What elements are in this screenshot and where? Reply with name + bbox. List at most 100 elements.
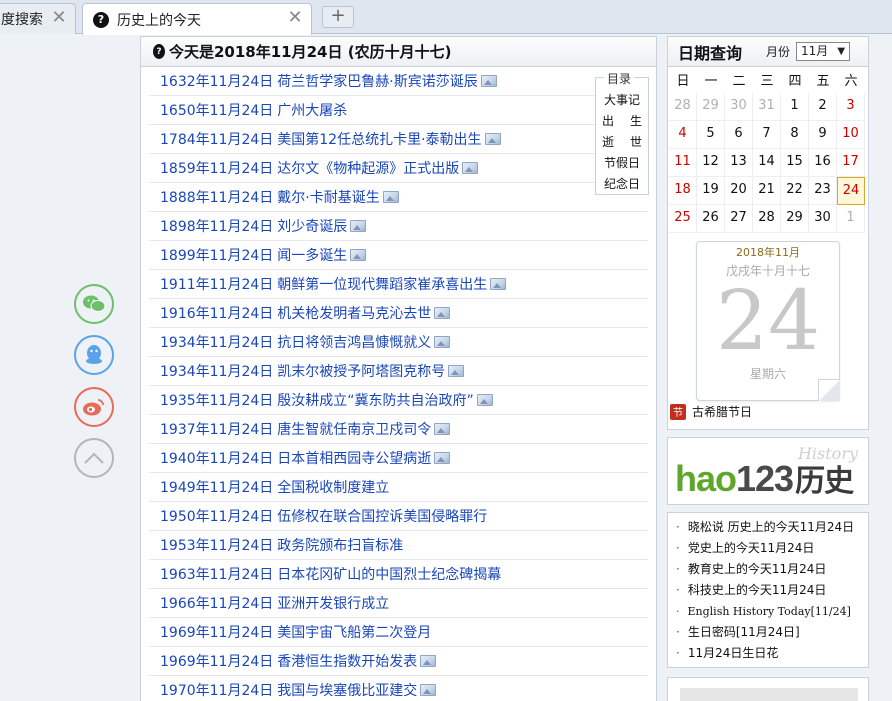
calendar-day[interactable]: 10 — [837, 121, 865, 149]
toc-item-events[interactable]: 大事记 — [596, 90, 648, 111]
event-row[interactable]: 1888年11月24日 戴尔·卡耐基诞生 — [149, 183, 648, 212]
event-row[interactable]: 1940年11月24日 日本首相西园寺公望病逝 — [149, 444, 648, 473]
share-qq-button[interactable] — [74, 335, 114, 375]
event-date[interactable]: 1953年11月24日 — [160, 535, 273, 555]
event-title-link[interactable]: 广州大屠杀 — [277, 100, 347, 120]
event-title-link[interactable]: 达尔文《物种起源》正式出版 — [277, 158, 459, 178]
event-title-link[interactable]: 日本首相西园寺公望病逝 — [277, 448, 431, 468]
event-title-link[interactable]: 荷兰哲学家巴鲁赫·斯宾诺莎诞辰 — [277, 71, 477, 91]
event-row[interactable]: 1916年11月24日 机关枪发明者马克沁去世 — [149, 299, 648, 328]
event-row[interactable]: 1632年11月24日 荷兰哲学家巴鲁赫·斯宾诺莎诞辰 — [149, 67, 648, 96]
calendar-day[interactable]: 17 — [837, 149, 865, 177]
event-row[interactable]: 1911年11月24日 朝鲜第一位现代舞蹈家崔承喜出生 — [149, 270, 648, 299]
calendar-day[interactable]: 4 — [669, 121, 697, 149]
event-title-link[interactable]: 闻一多诞生 — [277, 245, 347, 265]
toc-item-memorials[interactable]: 纪念日 — [596, 174, 648, 195]
share-weibo-button[interactable] — [74, 387, 114, 427]
close-icon[interactable]: ✕ — [287, 9, 303, 27]
event-row[interactable]: 1969年11月24日 香港恒生指数开始发表 — [149, 647, 648, 676]
event-title-link[interactable]: 日本花冈矿山的中国烈士纪念碑揭幕 — [277, 564, 501, 584]
event-date[interactable]: 1899年11月24日 — [160, 245, 273, 265]
event-row[interactable]: 1859年11月24日 达尔文《物种起源》正式出版 — [149, 154, 648, 183]
event-date[interactable]: 1632年11月24日 — [160, 71, 273, 91]
event-title-link[interactable]: 殷汝耕成立“冀东防共自治政府” — [277, 390, 474, 410]
event-row[interactable]: 1898年11月24日 刘少奇诞辰 — [149, 212, 648, 241]
calendar-day[interactable]: 30 — [725, 93, 753, 121]
event-date[interactable]: 1935年11月24日 — [160, 390, 273, 410]
event-title-link[interactable]: 我国与埃塞俄比亚建交 — [277, 680, 417, 700]
calendar-day[interactable]: 2 — [809, 93, 837, 121]
event-title-link[interactable]: 亚洲开发银行成立 — [277, 593, 389, 613]
event-title-link[interactable]: 政务院颁布扫盲标准 — [277, 535, 403, 555]
calendar-day[interactable]: 31 — [753, 93, 781, 121]
toc-item-births[interactable]: 出生 — [596, 111, 648, 132]
holiday-note[interactable]: 节 古希腊节日 — [670, 403, 752, 420]
event-date[interactable]: 1859年11月24日 — [160, 158, 273, 178]
event-row[interactable]: 1949年11月24日 全国税收制度建立 — [149, 473, 648, 502]
calendar-day[interactable]: 20 — [725, 177, 753, 205]
calendar-day[interactable]: 15 — [781, 149, 809, 177]
event-row[interactable]: 1969年11月24日 美国宇宙飞船第二次登月 — [149, 618, 648, 647]
related-link[interactable]: 11月24日生日花 — [676, 643, 868, 664]
close-icon[interactable]: ✕ — [51, 9, 67, 27]
event-date[interactable]: 1969年11月24日 — [160, 622, 273, 642]
event-title-link[interactable]: 美国宇宙飞船第二次登月 — [277, 622, 431, 642]
event-row[interactable]: 1899年11月24日 闻一多诞生 — [149, 241, 648, 270]
event-date[interactable]: 1969年11月24日 — [160, 651, 273, 671]
calendar-day[interactable]: 3 — [837, 93, 865, 121]
calendar-day-today[interactable]: 24 — [837, 177, 865, 205]
back-to-top-button[interactable] — [74, 438, 114, 478]
event-row[interactable]: 1963年11月24日 日本花冈矿山的中国烈士纪念碑揭幕 — [149, 560, 648, 589]
event-date[interactable]: 1970年11月24日 — [160, 680, 273, 700]
related-link[interactable]: 晓松说 历史上的今天11月24日 — [676, 517, 868, 538]
event-date[interactable]: 1940年11月24日 — [160, 448, 273, 468]
calendar-day[interactable]: 30 — [809, 205, 837, 233]
tab-search[interactable]: 度搜索 ✕ — [0, 3, 76, 34]
event-date[interactable]: 1966年11月24日 — [160, 593, 273, 613]
calendar-day[interactable]: 19 — [697, 177, 725, 205]
event-title-link[interactable]: 朝鲜第一位现代舞蹈家崔承喜出生 — [277, 274, 487, 294]
event-title-link[interactable]: 伍修权在联合国控诉美国侵略罪行 — [277, 506, 487, 526]
event-title-link[interactable]: 戴尔·卡耐基诞生 — [277, 187, 379, 207]
event-row[interactable]: 1953年11月24日 政务院颁布扫盲标准 — [149, 531, 648, 560]
calendar-day[interactable]: 29 — [697, 93, 725, 121]
event-date[interactable]: 1934年11月24日 — [160, 332, 273, 352]
event-title-link[interactable]: 美国第12任总统扎卡里·泰勒出生 — [277, 129, 481, 149]
event-date[interactable]: 1650年11月24日 — [160, 100, 273, 120]
event-date[interactable]: 1898年11月24日 — [160, 216, 273, 236]
calendar-day[interactable]: 5 — [697, 121, 725, 149]
related-link[interactable]: English History Today[11/24] — [676, 601, 868, 622]
event-title-link[interactable]: 刘少奇诞辰 — [277, 216, 347, 236]
event-date[interactable]: 1949年11月24日 — [160, 477, 273, 497]
calendar-day[interactable]: 27 — [725, 205, 753, 233]
calendar-day[interactable]: 13 — [725, 149, 753, 177]
related-link[interactable]: 教育史上的今天11月24日 — [676, 559, 868, 580]
share-wechat-button[interactable] — [74, 284, 114, 324]
event-date[interactable]: 1911年11月24日 — [160, 274, 273, 294]
event-row[interactable]: 1970年11月24日 我国与埃塞俄比亚建交 — [149, 676, 648, 701]
calendar-day[interactable]: 8 — [781, 121, 809, 149]
calendar-day[interactable]: 28 — [753, 205, 781, 233]
tab-history-today[interactable]: ? 历史上的今天 ✕ — [82, 3, 312, 35]
calendar-day[interactable]: 16 — [809, 149, 837, 177]
event-title-link[interactable]: 抗日将领吉鸿昌慷慨就义 — [277, 332, 431, 352]
calendar-day[interactable]: 12 — [697, 149, 725, 177]
event-date[interactable]: 1888年11月24日 — [160, 187, 273, 207]
event-date[interactable]: 1934年11月24日 — [160, 361, 273, 381]
related-link[interactable]: 科技史上的今天11月24日 — [676, 580, 868, 601]
calendar-day[interactable]: 11 — [669, 149, 697, 177]
event-title-link[interactable]: 香港恒生指数开始发表 — [277, 651, 417, 671]
event-date[interactable]: 1937年11月24日 — [160, 419, 273, 439]
event-row[interactable]: 1934年11月24日 抗日将领吉鸿昌慷慨就义 — [149, 328, 648, 357]
event-title-link[interactable]: 机关枪发明者马克沁去世 — [277, 303, 431, 323]
related-link[interactable]: 党史上的今天11月24日 — [676, 538, 868, 559]
event-row[interactable]: 1950年11月24日 伍修权在联合国控诉美国侵略罪行 — [149, 502, 648, 531]
toc-item-deaths[interactable]: 逝世 — [596, 132, 648, 153]
calendar-day[interactable]: 14 — [753, 149, 781, 177]
new-tab-button[interactable]: + — [322, 6, 354, 28]
calendar-day[interactable]: 1 — [837, 205, 865, 233]
event-row[interactable]: 1784年11月24日 美国第12任总统扎卡里·泰勒出生 — [149, 125, 648, 154]
calendar-day[interactable]: 23 — [809, 177, 837, 205]
toc-item-holidays[interactable]: 节假日 — [596, 153, 648, 174]
calendar-day[interactable]: 26 — [697, 205, 725, 233]
